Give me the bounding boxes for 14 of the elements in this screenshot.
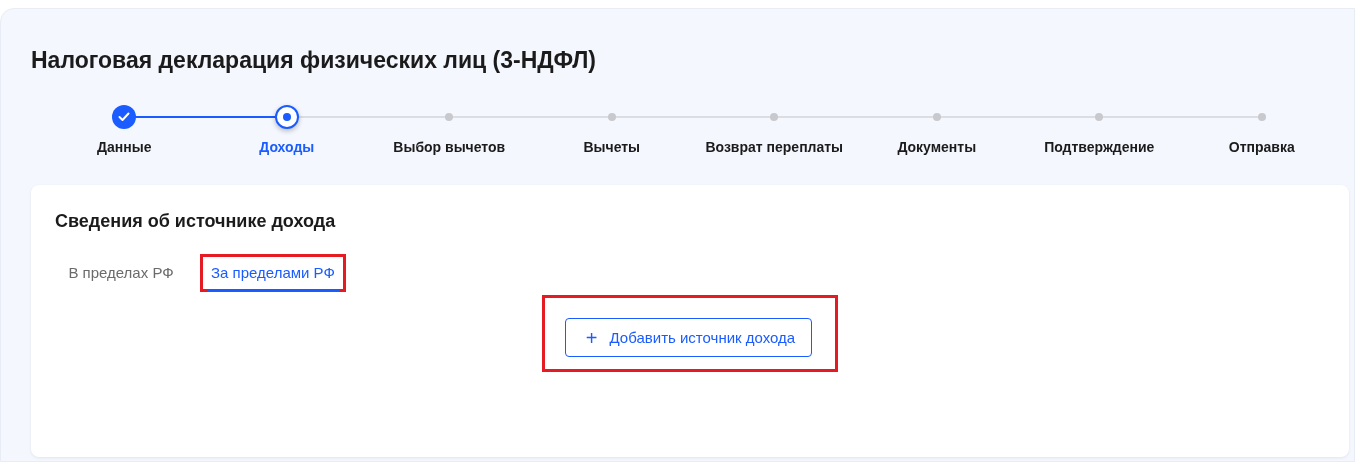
tab[interactable]: В пределах РФ: [68, 264, 174, 282]
step-label[interactable]: Доходы: [259, 139, 315, 155]
step-label[interactable]: Данные: [97, 139, 152, 155]
step-label[interactable]: Выбор вычетов: [393, 139, 506, 155]
step-label[interactable]: Отправка: [1228, 139, 1295, 155]
step-label[interactable]: Документы: [897, 139, 977, 155]
check-icon: [118, 112, 131, 122]
section-heading: Сведения об источнике дохода: [55, 211, 337, 232]
tab[interactable]: За пределами РФ: [211, 264, 335, 282]
step-label[interactable]: Возврат переплаты: [705, 139, 844, 155]
step-label[interactable]: Подтверждение: [1044, 139, 1155, 155]
add-income-source-button[interactable]: + Добавить источник дохода: [564, 318, 813, 357]
step-label[interactable]: Вычеты: [583, 139, 641, 155]
page-title: Налоговая декларация физических лиц (3-НДФЛ): [31, 49, 597, 71]
